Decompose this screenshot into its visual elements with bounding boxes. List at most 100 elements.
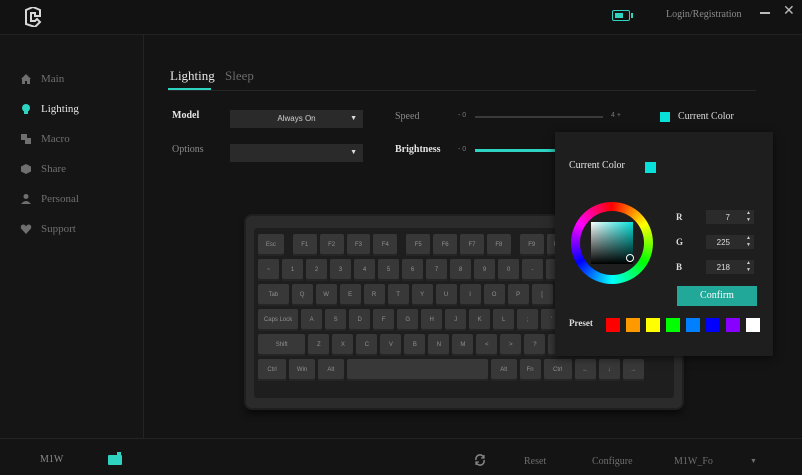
login-link[interactable]: Login/Registration <box>666 9 742 20</box>
keyboard-key[interactable]: F8 <box>486 234 511 256</box>
sidebar-item-share[interactable]: Share <box>20 163 66 175</box>
stepper-icon[interactable]: ▲ ▼ <box>746 235 751 249</box>
keyboard-key[interactable]: > <box>500 334 522 356</box>
sidebar-item-lighting[interactable]: Lighting <box>20 103 79 115</box>
keyboard-key[interactable]: 2 <box>306 259 327 281</box>
keyboard-key[interactable]: ↓ <box>598 359 620 381</box>
keyboard-key[interactable]: 9 <box>474 259 495 281</box>
current-color-swatch[interactable] <box>660 112 670 122</box>
keyboard-key[interactable]: L <box>493 309 515 331</box>
keyboard-key[interactable]: A <box>301 309 323 331</box>
keyboard-key[interactable]: F6 <box>433 234 458 256</box>
keyboard-key[interactable]: G <box>397 309 419 331</box>
keyboard-key[interactable]: J <box>445 309 467 331</box>
keyboard-key[interactable]: 1 <box>282 259 303 281</box>
keyboard-key[interactable]: Win <box>289 359 315 381</box>
keyboard-key[interactable]: Ctrl <box>543 359 572 381</box>
keyboard-key[interactable]: H <box>421 309 443 331</box>
keyboard-key[interactable]: < <box>476 334 498 356</box>
keyboard-key[interactable]: I <box>459 284 481 306</box>
keyboard-key[interactable]: ? <box>524 334 546 356</box>
keyboard-key[interactable]: Alt <box>318 359 344 381</box>
reset-button[interactable]: Reset <box>524 456 546 467</box>
keyboard-key[interactable]: S <box>325 309 347 331</box>
options-select[interactable]: ▼ <box>230 144 363 162</box>
keyboard-key[interactable]: F9 <box>519 234 544 256</box>
preset-color-swatch[interactable] <box>666 318 680 332</box>
tab-lighting[interactable]: Lighting <box>170 68 215 84</box>
keyboard-key[interactable]: F5 <box>406 234 431 256</box>
sidebar-item-personal[interactable]: Personal <box>20 193 79 205</box>
keyboard-key[interactable]: F4 <box>373 234 398 256</box>
green-input[interactable]: 225 ▲ ▼ <box>706 235 754 249</box>
keyboard-key[interactable]: 7 <box>426 259 447 281</box>
keyboard-key[interactable]: M <box>452 334 474 356</box>
speed-increase-button[interactable]: 4 + <box>611 112 621 119</box>
keyboard-key[interactable]: Tab <box>258 284 289 306</box>
keyboard-key[interactable]: ← <box>574 359 596 381</box>
minimize-button[interactable] <box>758 5 772 19</box>
configure-button[interactable]: Configure <box>592 456 633 467</box>
brightness-decrease-button[interactable]: - 0 <box>458 146 466 153</box>
profile-dropdown-arrow-icon[interactable]: ▼ <box>750 457 757 465</box>
keyboard-key[interactable]: B <box>404 334 426 356</box>
keyboard-key[interactable]: F7 <box>460 234 484 256</box>
keyboard-key[interactable]: O <box>483 284 505 306</box>
speed-slider[interactable] <box>475 116 603 118</box>
keyboard-key[interactable]: W <box>315 284 337 306</box>
preset-color-swatch[interactable] <box>746 318 760 332</box>
preset-color-swatch[interactable] <box>706 318 720 332</box>
keyboard-key[interactable]: X <box>332 334 354 356</box>
red-input[interactable]: 7 ▲ ▼ <box>706 210 754 224</box>
keyboard-key[interactable]: K <box>469 309 491 331</box>
keyboard-key[interactable]: 0 <box>498 259 519 281</box>
keyboard-key[interactable]: R <box>363 284 385 306</box>
preset-color-swatch[interactable] <box>626 318 640 332</box>
confirm-button[interactable]: Confirm <box>677 286 757 306</box>
profile-select[interactable]: M1W_Fo <box>674 456 713 467</box>
model-select[interactable]: Always On ▼ <box>230 110 363 128</box>
keyboard-key[interactable]: D <box>349 309 371 331</box>
keyboard-key[interactable]: 8 <box>450 259 471 281</box>
sync-icon[interactable] <box>474 454 486 466</box>
sidebar-item-support[interactable]: Support <box>20 223 76 235</box>
keyboard-key[interactable]: N <box>428 334 450 356</box>
keyboard-key[interactable]: T <box>387 284 409 306</box>
keyboard-key[interactable]: 3 <box>330 259 351 281</box>
keyboard-key[interactable]: C <box>356 334 378 356</box>
speed-decrease-button[interactable]: - 0 <box>458 112 466 119</box>
sidebar-item-main[interactable]: Main <box>20 73 64 85</box>
sidebar-item-macro[interactable]: Macro <box>20 133 70 145</box>
keyboard-key[interactable]: F <box>373 309 395 331</box>
color-picker-handle[interactable] <box>626 254 634 262</box>
keyboard-key[interactable]: Fn <box>519 359 541 381</box>
keyboard-key[interactable] <box>346 359 488 381</box>
keyboard-key[interactable]: ~ <box>258 259 279 281</box>
keyboard-key[interactable]: Z <box>308 334 330 356</box>
keyboard-key[interactable]: 5 <box>378 259 399 281</box>
keyboard-key[interactable]: 6 <box>402 259 423 281</box>
keyboard-key[interactable]: Shift <box>258 334 306 356</box>
stepper-icon[interactable]: ▲ ▼ <box>746 210 751 224</box>
keyboard-key[interactable]: Ctrl <box>258 359 287 381</box>
keyboard-key[interactable]: Y <box>411 284 433 306</box>
keyboard-key[interactable]: F1 <box>292 234 317 256</box>
keyboard-key[interactable]: 4 <box>354 259 375 281</box>
keyboard-key[interactable]: F3 <box>346 234 371 256</box>
keyboard-key[interactable]: V <box>380 334 402 356</box>
keyboard-key[interactable]: ; <box>517 309 539 331</box>
stepper-icon[interactable]: ▲ ▼ <box>746 260 751 274</box>
preset-color-swatch[interactable] <box>646 318 660 332</box>
keyboard-key[interactable]: Q <box>291 284 313 306</box>
keyboard-key[interactable]: Alt <box>490 359 517 381</box>
tab-sleep[interactable]: Sleep <box>225 68 254 84</box>
keyboard-key[interactable]: → <box>622 359 644 381</box>
keyboard-key[interactable]: P <box>507 284 529 306</box>
keyboard-key[interactable]: [ <box>531 284 553 306</box>
close-button[interactable]: ✕ <box>783 3 795 19</box>
blue-input[interactable]: 218 ▲ ▼ <box>706 260 754 274</box>
preset-color-swatch[interactable] <box>686 318 700 332</box>
keyboard-key[interactable]: F2 <box>319 234 344 256</box>
keyboard-key[interactable]: E <box>339 284 361 306</box>
preset-color-swatch[interactable] <box>726 318 740 332</box>
